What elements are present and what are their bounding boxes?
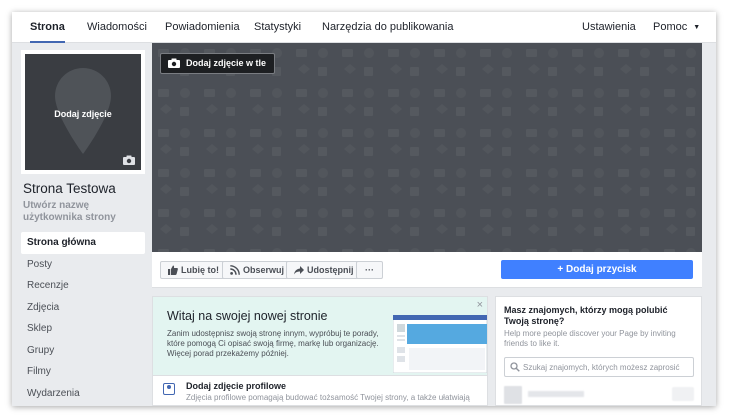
- left-column: Dodaj zdjęcie Strona Testowa Utwórz nazw…: [21, 50, 145, 406]
- follow-label: Obserwuj: [243, 265, 285, 275]
- follow-button[interactable]: Obserwuj: [222, 261, 293, 279]
- profile-photo-frame[interactable]: Dodaj zdjęcie: [21, 50, 145, 174]
- profile-photo-placeholder[interactable]: Dodaj zdjęcie: [25, 54, 141, 170]
- welcome-description: Zanim udostępnisz swoją stronę innym, wy…: [167, 329, 379, 358]
- create-username-link[interactable]: Utwórz nazwę użytkownika strony: [23, 200, 147, 224]
- invite-friends-card: Masz znajomych, którzy mogą polubić Twoj…: [495, 296, 702, 406]
- welcome-banner: Witaj na swojej nowej stronie Zanim udos…: [153, 297, 487, 375]
- avatar: [504, 386, 522, 404]
- sidebar-item-photos[interactable]: Zdjęcia: [21, 297, 145, 319]
- share-button[interactable]: Udostępnij: [286, 261, 362, 279]
- rss-icon: [230, 265, 240, 275]
- tab-wiadomosci[interactable]: Wiadomości: [87, 12, 147, 43]
- like-label: Lubię to!: [181, 265, 219, 275]
- help-menu[interactable]: Pomoc ▼: [653, 12, 700, 43]
- more-options-button[interactable]: ···: [356, 261, 383, 279]
- share-label: Udostępnij: [307, 265, 354, 275]
- page-top-nav: Strona Wiadomości Powiadomienia Statysty…: [12, 12, 716, 43]
- friend-suggestion-row: [504, 386, 694, 406]
- close-icon[interactable]: ×: [477, 299, 483, 311]
- friend-search-box[interactable]: [504, 357, 694, 377]
- welcome-card: Witaj na swojej nowej stronie Zanim udos…: [152, 296, 488, 406]
- sidebar-menu: Strona główna Posty Recenzje Zdjęcia Skl…: [21, 232, 145, 404]
- help-label: Pomoc: [653, 21, 688, 33]
- thumbs-up-icon: [168, 265, 178, 275]
- facebook-page-window: Strona Wiadomości Powiadomienia Statysty…: [12, 12, 716, 406]
- task-title: Dodaj zdjęcie profilowe: [186, 381, 287, 391]
- camera-icon: [168, 58, 180, 68]
- friend-name-placeholder: [528, 391, 584, 397]
- sidebar-item-home[interactable]: Strona główna: [21, 232, 145, 254]
- page-title: Strona Testowa: [23, 181, 116, 196]
- sidebar-item-posts[interactable]: Posty: [21, 254, 145, 276]
- tab-powiadomienia[interactable]: Powiadomienia: [165, 12, 240, 43]
- invite-button[interactable]: [672, 387, 694, 401]
- like-button[interactable]: Lubię to!: [160, 261, 227, 279]
- task-description: Zdjęcia profilowe pomagają budować tożsa…: [186, 393, 470, 402]
- sidebar-item-groups[interactable]: Grupy: [21, 340, 145, 362]
- share-arrow-icon: [294, 266, 304, 275]
- friend-search-input[interactable]: [523, 360, 691, 374]
- cover-pattern: [152, 43, 702, 252]
- search-icon: [510, 362, 520, 372]
- camera-icon: [123, 155, 135, 165]
- welcome-title: Witaj na swojej nowej stronie: [167, 309, 328, 323]
- tab-narzedzia[interactable]: Narzędzia do publikowania: [322, 12, 453, 43]
- add-profile-photo-label: Dodaj zdjęcie: [54, 109, 112, 119]
- page-preview-illustration: [393, 315, 487, 373]
- tab-statystyki[interactable]: Statystyki: [254, 12, 301, 43]
- tab-strona[interactable]: Strona: [30, 12, 65, 43]
- sidebar-item-shop[interactable]: Sklep: [21, 318, 145, 340]
- invite-subtitle: Help more people discover your Page by i…: [504, 329, 676, 348]
- tab-ustawienia[interactable]: Ustawienia: [582, 12, 636, 43]
- sidebar-item-events[interactable]: Wydarzenia: [21, 383, 145, 405]
- invite-title: Masz znajomych, którzy mogą polubić Twoj…: [504, 305, 668, 326]
- add-button[interactable]: + Dodaj przycisk: [501, 260, 693, 279]
- sidebar-item-reviews[interactable]: Recenzje: [21, 275, 145, 297]
- sidebar-item-videos[interactable]: Filmy: [21, 361, 145, 383]
- chevron-down-icon: ▼: [693, 24, 701, 31]
- add-cover-photo-button[interactable]: Dodaj zdjęcie w tle: [160, 53, 276, 74]
- page-action-bar: Lubię to! Obserwuj Udostępnij ··· + Doda…: [152, 252, 702, 288]
- profile-photo-icon: [163, 383, 175, 395]
- task-add-profile-photo[interactable]: Dodaj zdjęcie profilowe Zdjęcia profilow…: [153, 375, 487, 406]
- cover-photo-area[interactable]: Dodaj zdjęcie w tle: [152, 43, 702, 252]
- add-cover-photo-label: Dodaj zdjęcie w tle: [186, 58, 267, 68]
